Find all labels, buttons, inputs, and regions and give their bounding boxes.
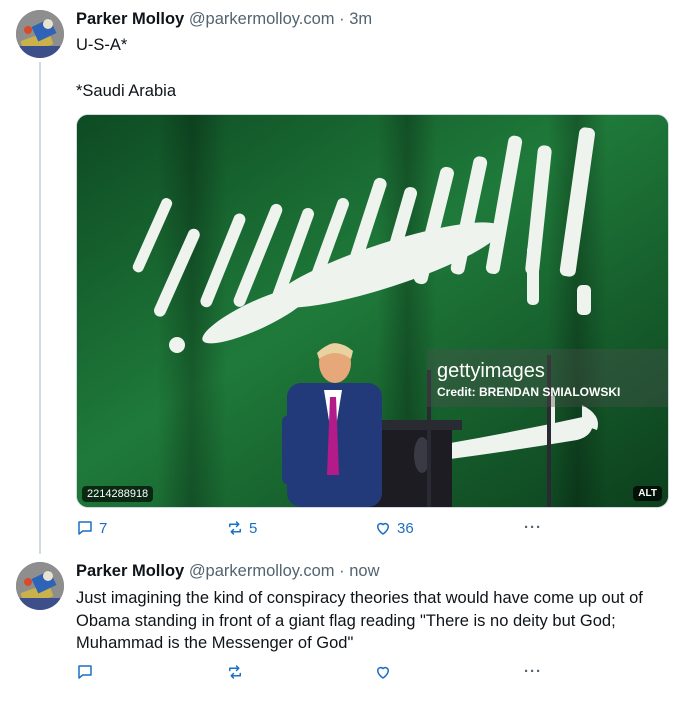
post-header: Parker Molloy @parkermolloy.com · now xyxy=(76,562,380,581)
more-options-button[interactable]: ··· xyxy=(524,519,542,536)
reply-count: 7 xyxy=(99,519,108,537)
speech-bubble-icon xyxy=(78,665,92,679)
thread-line xyxy=(39,62,41,554)
post-2[interactable]: Parker Molloy @parkermolloy.com · now Ju… xyxy=(0,555,686,702)
heart-outline-icon xyxy=(377,522,389,535)
post-time[interactable]: now xyxy=(349,562,379,580)
repost-button[interactable] xyxy=(226,663,249,681)
post-text-line: *Saudi Arabia xyxy=(76,82,176,100)
repost-count: 5 xyxy=(249,519,258,537)
watermark-brand: gettyimages xyxy=(437,360,545,382)
post-time[interactable]: 3m xyxy=(349,10,372,28)
post-text-line xyxy=(76,57,176,80)
flag-photo: gettyimages Credit: BRENDAN SMIALOWSKI xyxy=(77,115,668,507)
post-image[interactable]: gettyimages Credit: BRENDAN SMIALOWSKI 2… xyxy=(76,114,669,508)
post-text-line: U-S-A* xyxy=(76,36,128,54)
post-1[interactable]: Parker Molloy @parkermolloy.com · 3m U-S… xyxy=(0,0,686,555)
ellipsis-icon: ··· xyxy=(524,519,542,536)
avatar[interactable] xyxy=(16,562,64,610)
repost-button[interactable]: 5 xyxy=(226,519,257,537)
post-text: U-S-A* *Saudi Arabia xyxy=(76,34,176,103)
author-name[interactable]: Parker Molloy xyxy=(76,10,184,28)
author-handle[interactable]: @parkermolloy.com xyxy=(189,562,335,580)
author-handle[interactable]: @parkermolloy.com xyxy=(189,10,335,28)
more-options-button[interactable]: ··· xyxy=(524,663,542,680)
avatar-image xyxy=(16,10,64,58)
watermark-credit: Credit: BRENDAN SMIALOWSKI xyxy=(437,385,620,399)
author-name[interactable]: Parker Molloy xyxy=(76,562,184,580)
avatar[interactable] xyxy=(16,10,64,58)
repost-arrows-icon xyxy=(229,665,241,679)
reply-button[interactable] xyxy=(76,663,99,681)
repost-arrows-icon xyxy=(229,521,241,535)
post-header: Parker Molloy @parkermolloy.com · 3m xyxy=(76,10,372,29)
post-actions: 7 5 36 ··· xyxy=(76,519,576,543)
separator-dot: · xyxy=(339,10,345,28)
post-actions: ··· xyxy=(76,663,576,687)
ellipsis-icon: ··· xyxy=(524,663,542,680)
avatar-image xyxy=(16,562,64,610)
image-id-badge: 2214288918 xyxy=(82,486,154,502)
heart-outline-icon xyxy=(377,666,389,679)
speech-bubble-icon xyxy=(78,521,92,535)
reply-button[interactable]: 7 xyxy=(76,519,107,537)
post-text: Just imagining the kind of conspiracy th… xyxy=(76,589,643,652)
like-count: 36 xyxy=(397,519,414,537)
like-button[interactable]: 36 xyxy=(374,519,414,537)
alt-text-button[interactable]: ALT xyxy=(633,486,662,501)
separator-dot: · xyxy=(339,562,345,580)
like-button[interactable] xyxy=(374,663,397,681)
